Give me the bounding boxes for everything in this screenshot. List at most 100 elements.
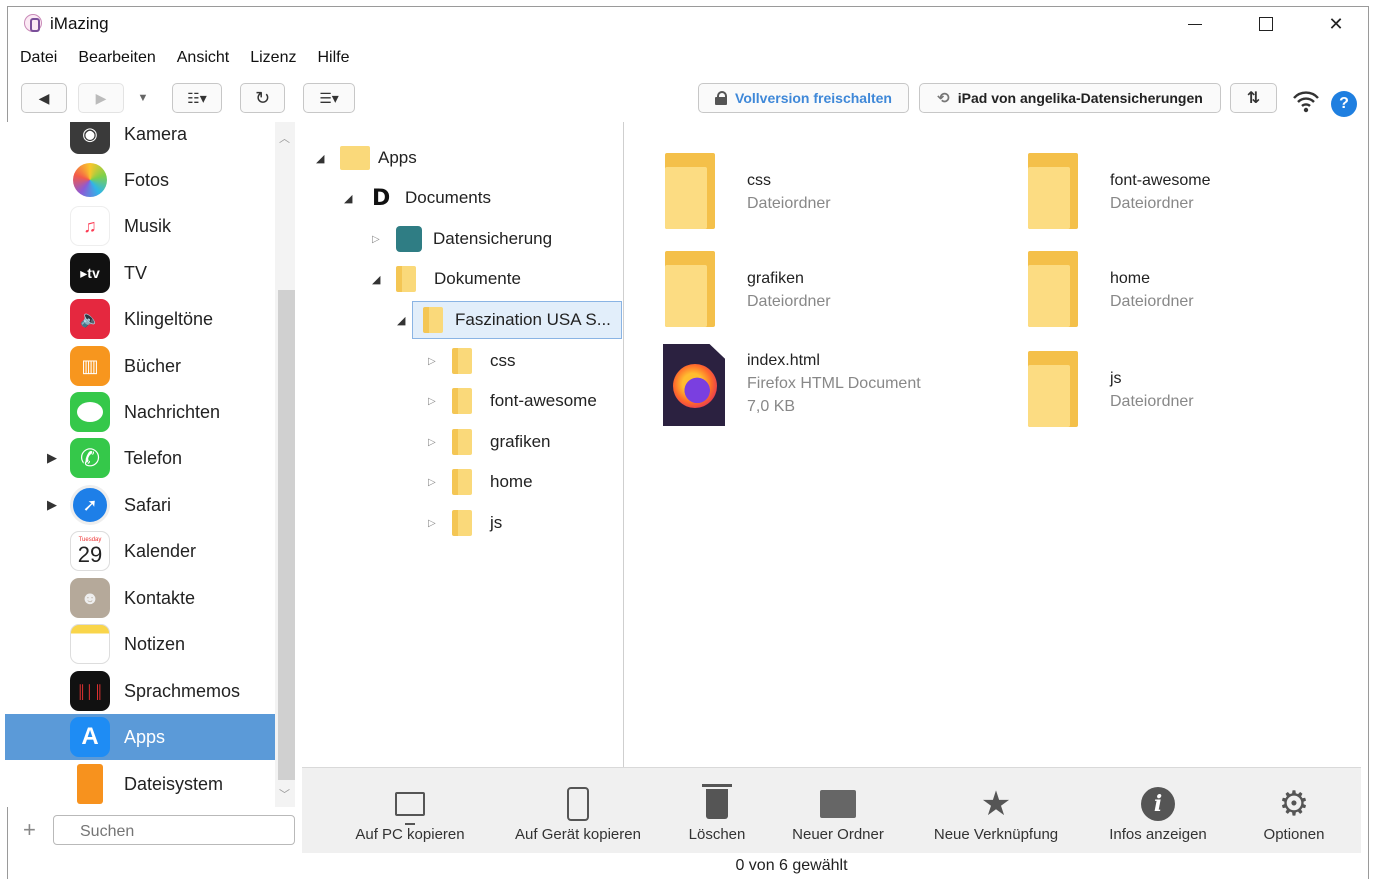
- app-store-icon: A: [70, 717, 110, 757]
- file-item-css[interactable]: css Dateiordner: [657, 148, 997, 238]
- sidebar-item-kontakte[interactable]: ☻ Kontakte: [5, 575, 275, 621]
- back-button[interactable]: ◀: [21, 83, 67, 113]
- copy-to-pc-icon: [390, 786, 430, 825]
- sidebar-item-bücher[interactable]: ▥ Bücher: [5, 343, 275, 389]
- scroll-up-icon[interactable]: ︿: [279, 130, 290, 146]
- music-icon: ♫: [70, 206, 110, 246]
- file-name: font-awesome: [1110, 172, 1211, 189]
- folder-icon: [396, 266, 416, 292]
- pane-divider[interactable]: [623, 122, 624, 767]
- help-button[interactable]: ?: [1331, 91, 1357, 117]
- tree-node-css[interactable]: ▷ css: [302, 342, 622, 380]
- sidebar-item-label: Kalender: [124, 540, 197, 561]
- collapse-arrow-icon[interactable]: ◢: [397, 314, 405, 327]
- tree-node-faszination-usa-s[interactable]: ◢ Faszination USA S...: [397, 301, 622, 339]
- new-folder-button[interactable]: Neuer Ordner: [768, 768, 908, 854]
- expand-arrow-icon[interactable]: ▶: [47, 450, 57, 466]
- file-item-home[interactable]: home Dateiordner: [1020, 246, 1360, 336]
- tree-node-home[interactable]: ▷ home: [302, 463, 622, 501]
- sidebar-item-klingeltöne[interactable]: 🔈 Klingeltöne: [5, 296, 275, 342]
- menu-hilfe[interactable]: Hilfe: [305, 45, 358, 71]
- title-bar: iMazing ✕: [8, 7, 1368, 41]
- tree-node-font-awesome[interactable]: ▷ font-awesome: [302, 382, 622, 420]
- file-item-index-html[interactable]: index.html Firefox HTML Document 7,0 KB: [657, 342, 997, 432]
- info-button[interactable]: i Infos anzeigen: [1088, 768, 1228, 854]
- view-mode-icon: ☷▾: [187, 89, 207, 106]
- action-label: Neue Verknüpfung: [933, 826, 1059, 843]
- add-icon[interactable]: +: [23, 817, 36, 843]
- scroll-down-icon[interactable]: ﹀: [279, 786, 290, 802]
- expand-arrow-icon[interactable]: ▷: [428, 477, 436, 488]
- sidebar-item-sprachmemos[interactable]: ║│║ Sprachmemos: [5, 668, 275, 714]
- sidebar-item-nachrichten[interactable]: Nachrichten: [5, 389, 275, 435]
- tree-node-grafiken[interactable]: ▷ grafiken: [302, 423, 622, 461]
- sidebar-item-apps[interactable]: A Apps: [5, 714, 275, 760]
- collapse-arrow-icon[interactable]: ◢: [372, 273, 380, 286]
- transfer-button[interactable]: ⇅: [1230, 83, 1277, 113]
- menu-ansicht[interactable]: Ansicht: [165, 45, 238, 71]
- history-dropdown-button[interactable]: ▼: [134, 83, 152, 113]
- tree-node-js[interactable]: ▷ js: [302, 504, 622, 542]
- expand-arrow-icon[interactable]: ▷: [428, 437, 436, 448]
- expand-arrow-icon[interactable]: ▷: [372, 234, 380, 245]
- collapse-arrow-icon[interactable]: ◢: [344, 192, 352, 205]
- minimize-button[interactable]: [1172, 7, 1218, 41]
- star-button[interactable]: ★ Neue Verknüpfung: [926, 768, 1066, 854]
- firefox-icon: [673, 364, 717, 408]
- file-item-font-awesome[interactable]: font-awesome Dateiordner: [1020, 148, 1360, 238]
- file-kind: Dateiordner: [1110, 393, 1194, 410]
- close-button[interactable]: ✕: [1313, 7, 1359, 41]
- forward-button[interactable]: ▶: [78, 83, 124, 113]
- backups-button[interactable]: ⟲ iPad von angelika-Datensicherungen: [919, 83, 1221, 113]
- maximize-icon: [1259, 17, 1273, 31]
- sort-options-button[interactable]: ☰▾: [303, 83, 355, 113]
- unlock-full-version-button[interactable]: Vollversion freischalten: [698, 83, 909, 113]
- copy-to-pc-button[interactable]: Auf PC kopieren: [340, 768, 480, 854]
- sidebar-item-safari[interactable]: ▶ ➚ Safari: [5, 482, 275, 528]
- action-label: Optionen: [1263, 826, 1325, 843]
- sidebar-item-dateisystem[interactable]: Dateisystem: [5, 761, 275, 807]
- trash-button[interactable]: Löschen: [647, 768, 787, 854]
- forward-arrow-icon: ▶: [95, 89, 107, 106]
- sidebar-item-notizen[interactable]: Notizen: [5, 621, 275, 667]
- imazing-logo-icon: [24, 14, 42, 32]
- scrollbar-thumb[interactable]: [278, 290, 295, 780]
- search-input[interactable]: [53, 815, 295, 845]
- maximize-button[interactable]: [1243, 7, 1289, 41]
- refresh-button[interactable]: ↻: [240, 83, 285, 113]
- sidebar-item-musik[interactable]: ♫ Musik: [5, 203, 275, 249]
- sidebar-item-kalender[interactable]: Tuesday 29 Kalender: [5, 528, 275, 574]
- file-item-js[interactable]: js Dateiordner: [1020, 346, 1360, 436]
- tree-node-dokumente[interactable]: ◢ Dokumente: [302, 260, 622, 298]
- sidebar-scrollbar[interactable]: ︿ ﹀: [275, 122, 295, 807]
- file-kind: Dateiordner: [1110, 195, 1194, 212]
- tree-node-documents[interactable]: ◢ D Documents: [302, 179, 622, 217]
- expand-arrow-icon[interactable]: ▷: [428, 396, 436, 407]
- tree-node-apps[interactable]: ◢ Apps: [302, 139, 622, 177]
- gear-button[interactable]: ⚙ Optionen: [1224, 768, 1364, 854]
- tree-node-label: css: [490, 351, 516, 370]
- copy-to-device-button[interactable]: Auf Gerät kopieren: [508, 768, 648, 854]
- sidebar-item-kamera[interactable]: ◉ Kamera: [5, 122, 275, 157]
- expand-arrow-icon[interactable]: ▶: [47, 497, 57, 513]
- collapse-arrow-icon[interactable]: ◢: [316, 152, 324, 165]
- folder-icon: [1028, 351, 1078, 427]
- expand-arrow-icon[interactable]: ▷: [428, 518, 436, 529]
- menu-datei[interactable]: Datei: [8, 45, 66, 71]
- sidebar-item-telefon[interactable]: ▶ ✆ Telefon: [5, 435, 275, 481]
- folder-icon: [452, 348, 472, 374]
- tree-node-label: Apps: [378, 148, 417, 167]
- sidebar-item-tv[interactable]: ▸tv TV: [5, 250, 275, 296]
- tree-node-datensicherung[interactable]: ▷ Datensicherung: [302, 220, 622, 258]
- status-bar: 0 von 6 gewählt: [302, 853, 1361, 879]
- ringtones-icon: 🔈: [70, 299, 110, 339]
- wifi-connection-icon[interactable]: [1290, 87, 1322, 117]
- menu-lizenz[interactable]: Lizenz: [238, 45, 305, 71]
- menu-bearbeiten[interactable]: Bearbeiten: [66, 45, 164, 71]
- file-item-grafiken[interactable]: grafiken Dateiordner: [657, 246, 997, 336]
- expand-arrow-icon[interactable]: ▷: [428, 356, 436, 367]
- sidebar-item-fotos[interactable]: Fotos: [5, 157, 275, 203]
- view-mode-button[interactable]: ☷▾: [172, 83, 222, 113]
- info-icon: i: [1138, 786, 1178, 822]
- unlock-label: Vollversion freischalten: [735, 90, 892, 106]
